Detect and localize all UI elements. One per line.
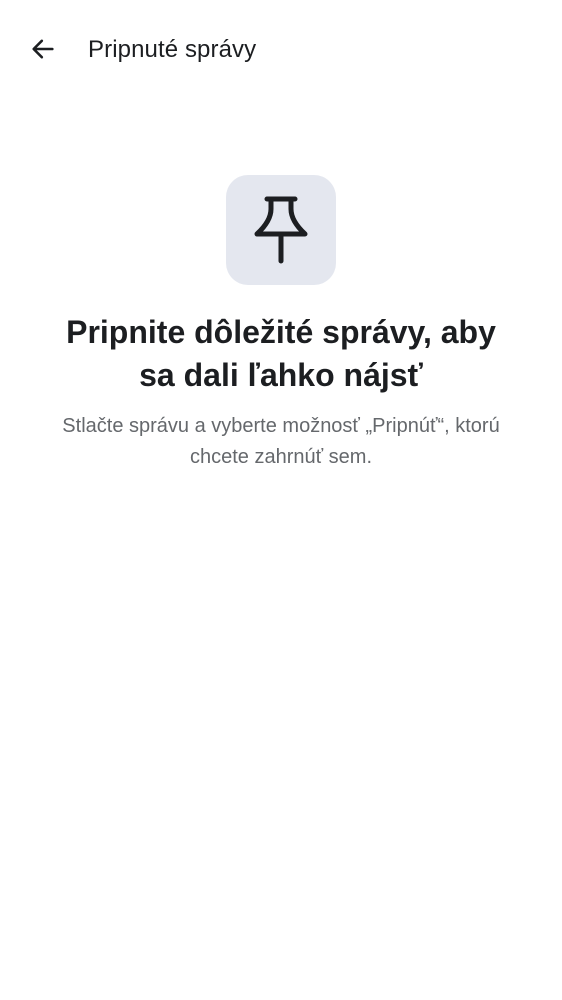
app-bar: Pripnuté správy xyxy=(0,0,562,100)
pushpin-icon xyxy=(254,196,308,264)
arrow-left-icon xyxy=(32,39,54,59)
empty-state-headline: Pripnite dôležité správy, aby sa dali ľa… xyxy=(66,314,496,393)
empty-state-description: Stlačte správu a vyberte možnosť „Pripnú… xyxy=(62,415,500,468)
page-title: Pripnuté správy xyxy=(88,36,257,63)
empty-state: Pripnite dôležité správy, aby sa dali ľa… xyxy=(0,175,562,473)
back-button[interactable] xyxy=(22,28,64,70)
pin-icon-tile xyxy=(226,175,336,285)
